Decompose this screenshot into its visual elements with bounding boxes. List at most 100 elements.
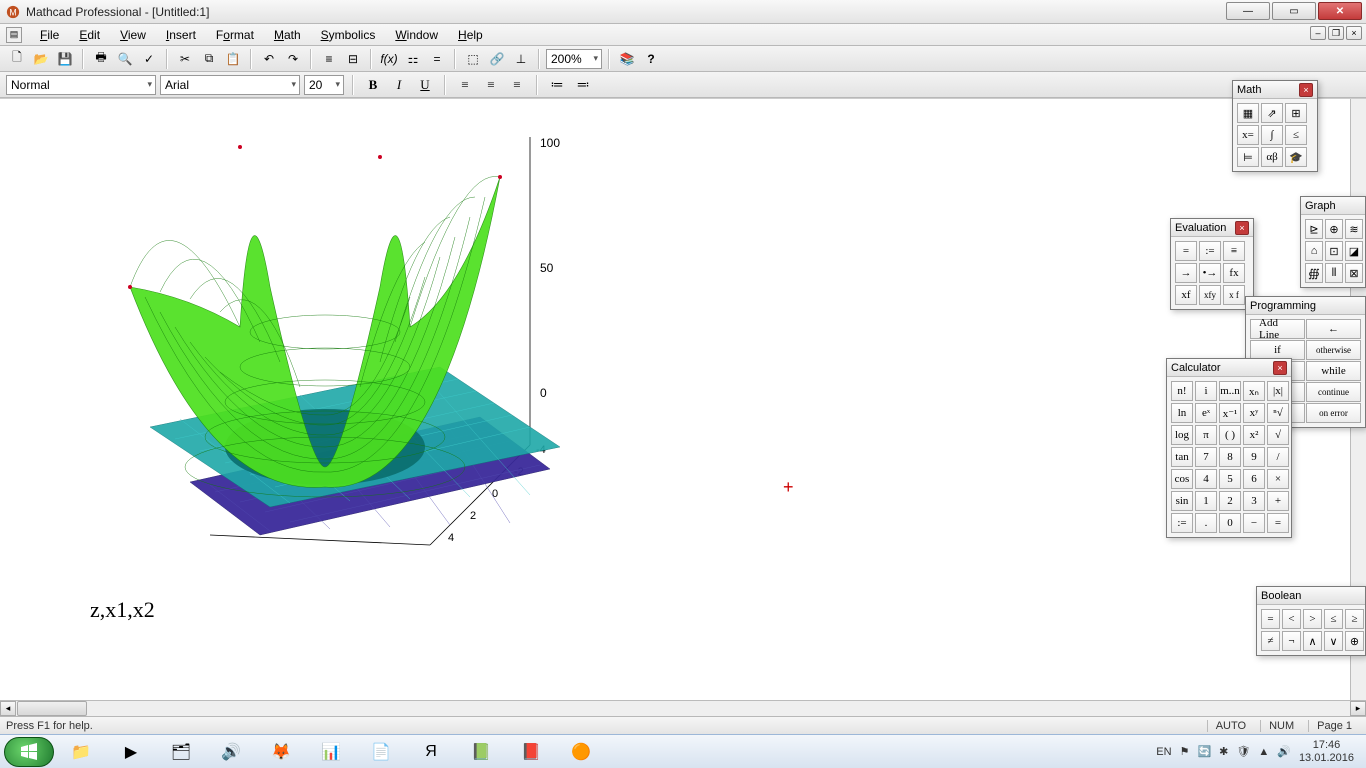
tray-icon[interactable]: 🔊 <box>1277 745 1291 758</box>
calc-key[interactable]: ⁿ√ <box>1267 403 1289 423</box>
menu-insert[interactable]: Insert <box>156 26 206 44</box>
calc-key[interactable]: tan <box>1171 447 1193 467</box>
bool-key[interactable]: = <box>1261 609 1280 629</box>
tray-icon[interactable]: ✱ <box>1219 745 1228 758</box>
xfy-button[interactable]: xfy <box>1199 285 1221 305</box>
align-center-button[interactable]: ≡ <box>480 74 502 96</box>
underline-button[interactable]: U <box>414 74 436 96</box>
onerror-button[interactable]: on error <box>1306 403 1361 423</box>
maximize-button[interactable]: ▭ <box>1272 2 1316 20</box>
calc-key[interactable]: ln <box>1171 403 1193 423</box>
tray-icon[interactable]: ▲ <box>1258 746 1269 758</box>
spellcheck-icon[interactable]: ✓ <box>138 48 160 70</box>
calc-palette-icon[interactable]: ▦ <box>1237 103 1259 123</box>
menu-symbolics[interactable]: Symbolics <box>311 26 386 44</box>
patch-button[interactable]: ⊠ <box>1345 263 1363 283</box>
redo-icon[interactable]: ↷ <box>282 48 304 70</box>
tray-icon[interactable]: ⚑ <box>1180 745 1190 758</box>
plot-formula[interactable]: z,x1,x2 <box>90 597 155 623</box>
boolean-palette[interactable]: Boolean =<>≤≥≠¬∧∨⊕ <box>1256 586 1366 656</box>
align-left-button[interactable]: ≡ <box>454 74 476 96</box>
mdi-minimize-button[interactable]: – <box>1310 26 1326 40</box>
xf-button[interactable]: xf <box>1175 285 1197 305</box>
calculator-palette[interactable]: Calculator× n!im..nxₙ|x|lneˣx⁻¹xʸⁿ√logπ(… <box>1166 358 1292 538</box>
bool-key[interactable]: < <box>1282 609 1301 629</box>
while-button[interactable]: while <box>1306 361 1361 381</box>
zoom-combo[interactable]: 200% <box>546 49 602 69</box>
volume-task[interactable]: 🔊 <box>208 738 254 766</box>
calc-key[interactable]: × <box>1267 469 1289 489</box>
hyperlink-icon[interactable]: 🔗 <box>486 48 508 70</box>
xy-plot-button[interactable]: ⊵ <box>1305 219 1323 239</box>
bool-key[interactable]: ≤ <box>1324 609 1343 629</box>
xf2-button[interactable]: x f <box>1223 285 1245 305</box>
menu-edit[interactable]: Edit <box>69 26 110 44</box>
eq-button[interactable]: = <box>1175 241 1197 261</box>
calc-key[interactable]: π <box>1195 425 1217 445</box>
calc-key[interactable]: i <box>1195 381 1217 401</box>
calc-key[interactable]: 4 <box>1195 469 1217 489</box>
paste-icon[interactable]: 📋 <box>222 48 244 70</box>
sym-palette-icon[interactable]: 🎓 <box>1285 147 1307 167</box>
greek-palette-icon[interactable]: αβ <box>1261 147 1283 167</box>
help-icon[interactable]: ? <box>640 48 662 70</box>
fx-button[interactable]: fx <box>1223 263 1245 283</box>
unit-icon[interactable]: ⚏ <box>402 48 424 70</box>
calc-key[interactable]: x⁻¹ <box>1219 403 1241 423</box>
excel-task[interactable]: 📗 <box>458 738 504 766</box>
close-icon[interactable]: × <box>1299 83 1313 97</box>
math-palette[interactable]: Math× ▦ ⇗ ⊞ x= ∫ ≤ ⊨ αβ 🎓 <box>1232 80 1318 172</box>
bold-button[interactable]: B <box>362 74 384 96</box>
bullets-button[interactable]: ≔ <box>546 74 568 96</box>
print-icon[interactable]: 🖶 <box>90 48 112 70</box>
calc-key[interactable]: x² <box>1243 425 1265 445</box>
surf2-button[interactable]: ⌂ <box>1305 241 1323 261</box>
calc-key[interactable]: := <box>1171 513 1193 533</box>
mdi-restore-button[interactable]: ❐ <box>1328 26 1344 40</box>
calc-key[interactable]: 9 <box>1243 447 1265 467</box>
calc-key[interactable]: m..n <box>1219 381 1241 401</box>
resource-icon[interactable]: 📚 <box>616 48 638 70</box>
calc-key[interactable]: . <box>1195 513 1217 533</box>
scroll-thumb[interactable] <box>17 701 87 716</box>
calc-key[interactable]: 7 <box>1195 447 1217 467</box>
prog-palette-icon[interactable]: ⊨ <box>1237 147 1259 167</box>
save-icon[interactable]: 💾 <box>54 48 76 70</box>
scroll-right-arrow[interactable]: ▸ <box>1350 701 1366 716</box>
bool-key[interactable]: ⊕ <box>1345 631 1364 651</box>
calc-key[interactable]: 0 <box>1219 513 1241 533</box>
bool-key[interactable]: > <box>1303 609 1322 629</box>
align2-icon[interactable]: ⊟ <box>342 48 364 70</box>
calc-key[interactable]: 1 <box>1195 491 1217 511</box>
menu-window[interactable]: Window <box>385 26 448 44</box>
graph-palette-icon[interactable]: ⇗ <box>1261 103 1283 123</box>
explorer-task[interactable]: 📁 <box>58 738 104 766</box>
bool-key[interactable]: ∧ <box>1303 631 1322 651</box>
calc-key[interactable]: xʸ <box>1243 403 1265 423</box>
minimize-button[interactable]: — <box>1226 2 1270 20</box>
calc-key[interactable]: + <box>1267 491 1289 511</box>
bar-button[interactable]: ◪ <box>1345 241 1363 261</box>
preview-icon[interactable]: 🔍 <box>114 48 136 70</box>
powerpoint-task[interactable]: 📊 <box>308 738 354 766</box>
calc2-palette-icon[interactable]: ∫ <box>1261 125 1283 145</box>
calculate-icon[interactable]: = <box>426 48 448 70</box>
explorer2-task[interactable]: 🗂 <box>158 738 204 766</box>
word-task[interactable]: 📄 <box>358 738 404 766</box>
surf-button[interactable]: ≋ <box>1345 219 1363 239</box>
cut-icon[interactable]: ✂ <box>174 48 196 70</box>
calc-key[interactable]: √ <box>1267 425 1289 445</box>
menu-format[interactable]: Format <box>206 26 264 44</box>
mdi-system-icon[interactable]: ▤ <box>6 27 22 43</box>
tray-clock[interactable]: 17:4613.01.2016 <box>1299 739 1354 763</box>
align-right-button[interactable]: ≡ <box>506 74 528 96</box>
calc-key[interactable]: n! <box>1171 381 1193 401</box>
menu-math[interactable]: Math <box>264 26 311 44</box>
continue-button[interactable]: continue <box>1306 382 1361 402</box>
mediaplayer-task[interactable]: ▶ <box>108 738 154 766</box>
tree-icon[interactable]: ⊥ <box>510 48 532 70</box>
graph-palette[interactable]: Graph ⊵ ⊕ ≋ ⌂ ⊡ ◪ ∰ ⫴ ⊠ <box>1300 196 1366 288</box>
addline-button[interactable]: Add Line <box>1250 319 1305 339</box>
open-icon[interactable]: 📂 <box>30 48 52 70</box>
symarrow-button[interactable]: •→ <box>1199 263 1221 283</box>
